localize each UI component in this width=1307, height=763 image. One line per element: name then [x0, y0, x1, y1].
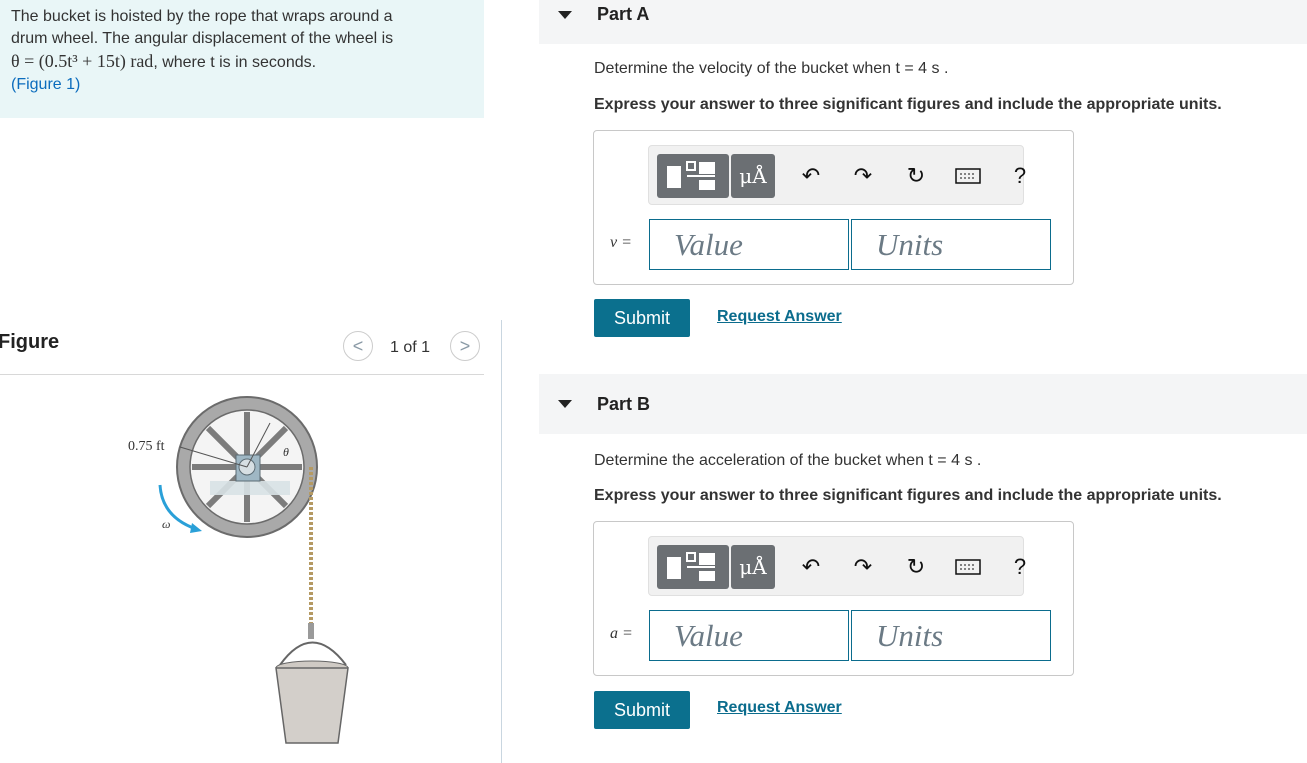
problem-line-2: drum wheel. The angular displacement of … — [11, 30, 394, 47]
undo-icon: ↶ — [801, 554, 821, 579]
redo-icon: ↷ — [853, 554, 873, 579]
next-figure-button[interactable]: > — [450, 331, 480, 361]
part-a-answer-box: μÅ ↶ ↷ ↻ ? v = Value Units — [593, 130, 1074, 285]
acceleration-units-input[interactable]: Units — [851, 610, 1051, 661]
part-b-submit-button[interactable]: Submit — [594, 691, 690, 729]
keyboard-button[interactable] — [954, 553, 982, 581]
velocity-variable: v = — [610, 234, 632, 251]
problem-equation: θ = (0.5t³ + 15t) rad, where t is in sec… — [11, 50, 481, 74]
help-icon: ? — [1013, 163, 1027, 188]
reset-button[interactable]: ↻ — [902, 553, 930, 581]
equation-tail: , where t is in seconds. — [153, 54, 317, 71]
panel-divider — [501, 320, 502, 763]
part-b-title: Part B — [597, 394, 651, 414]
part-a-instruction: Express your answer to three significant… — [594, 96, 1222, 113]
help-button[interactable]: ? — [1006, 553, 1034, 581]
part-a-header[interactable] — [539, 0, 1307, 44]
part-b-request-answer-link[interactable]: Request Answer — [717, 699, 842, 717]
problem-text: The bucket is hoisted by the rope that w… — [11, 6, 481, 96]
redo-icon: ↷ — [853, 163, 873, 188]
undo-button[interactable]: ↶ — [797, 553, 825, 581]
units-icon: μÅ — [739, 555, 767, 579]
rope-clamp — [308, 623, 314, 639]
part-a-title: Part A — [597, 4, 650, 24]
keyboard-icon — [955, 168, 981, 184]
reset-icon: ↻ — [906, 163, 926, 188]
equation-unit: rad — [125, 51, 154, 71]
reset-button[interactable]: ↻ — [902, 162, 930, 190]
part-b-instruction: Express your answer to three significant… — [594, 487, 1222, 504]
templates-icon — [667, 161, 715, 190]
undo-button[interactable]: ↶ — [797, 162, 825, 190]
redo-button[interactable]: ↷ — [849, 162, 877, 190]
acceleration-variable: a = — [610, 625, 633, 642]
part-a-request-answer-link[interactable]: Request Answer — [717, 308, 842, 326]
figure-pager: 1 of 1 — [390, 339, 431, 356]
figure-link[interactable]: (Figure 1) — [11, 74, 481, 96]
templates-button[interactable] — [657, 154, 729, 198]
chevron-right-icon: > — [459, 335, 471, 356]
part-a-toolbar: μÅ ↶ ↷ ↻ ? — [648, 145, 1026, 205]
help-icon: ? — [1013, 554, 1027, 579]
radius-label: 0.75 ft — [128, 439, 165, 454]
figure-illustration: 0.75 ft θ ω — [128, 396, 349, 744]
acceleration-label: a = — [610, 625, 633, 643]
omega-arrowhead — [190, 523, 202, 533]
part-a-submit-button[interactable]: Submit — [594, 299, 690, 337]
problem-line-1: The bucket is hoisted by the rope that w… — [11, 8, 393, 25]
caret-down-icon — [558, 11, 572, 19]
equation-body: (0.5t³ + 15t) — [38, 51, 126, 71]
units-button[interactable]: μÅ — [731, 154, 775, 198]
velocity-value-input[interactable]: Value — [649, 219, 849, 270]
units-icon: μÅ — [739, 164, 767, 188]
prev-figure-button[interactable]: < — [343, 331, 373, 361]
redo-button[interactable]: ↷ — [849, 553, 877, 581]
part-b-answer-box: μÅ ↶ ↷ ↻ ? a = Value Units — [593, 521, 1074, 676]
keyboard-button[interactable] — [954, 162, 982, 190]
velocity-label: v = — [610, 234, 632, 252]
chevron-left-icon: < — [352, 335, 364, 356]
velocity-units-input[interactable]: Units — [851, 219, 1051, 270]
part-a-question: Determine the velocity of the bucket whe… — [594, 60, 949, 77]
keyboard-icon — [955, 559, 981, 575]
caret-down-icon — [558, 400, 572, 408]
equation-lhs: θ = — [11, 51, 39, 71]
wheel-support — [210, 481, 290, 495]
acceleration-value-input[interactable]: Value — [649, 610, 849, 661]
help-button[interactable]: ? — [1006, 162, 1034, 190]
templates-icon — [667, 552, 715, 581]
part-b-toolbar: μÅ ↶ ↷ ↻ ? — [648, 536, 1026, 596]
part-b-question: Determine the acceleration of the bucket… — [594, 452, 982, 469]
figure-divider — [0, 374, 484, 375]
undo-icon: ↶ — [801, 163, 821, 188]
units-button[interactable]: μÅ — [731, 545, 775, 589]
part-b-header[interactable] — [539, 374, 1307, 434]
bucket-body — [275, 667, 349, 744]
theta-label: θ — [283, 445, 289, 459]
templates-button[interactable] — [657, 545, 729, 589]
omega-label: ω — [162, 517, 170, 531]
reset-icon: ↻ — [906, 554, 926, 579]
figure-title: Figure — [0, 331, 60, 353]
